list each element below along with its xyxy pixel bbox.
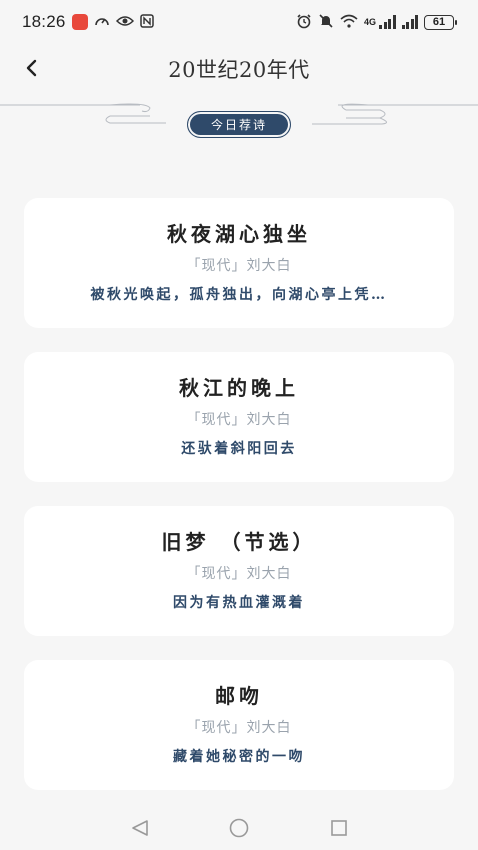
- triangle-back-icon: [132, 820, 148, 836]
- poem-excerpt: 藏着她秘密的一吻: [173, 749, 305, 765]
- poem-excerpt: 因为有热血灌溉着: [173, 595, 305, 611]
- signal-secondary-icon: [401, 15, 418, 29]
- mute-bell-icon: [318, 13, 334, 32]
- square-recents-icon: [331, 820, 347, 836]
- system-nav-bar: [0, 806, 478, 850]
- nav-recents-button[interactable]: [327, 816, 351, 840]
- circle-home-icon: [229, 818, 249, 838]
- poem-card[interactable]: 秋夜湖心独坐 「现代」刘大白 被秋光唤起，孤舟独出，向湖心亭上凭…: [24, 198, 454, 328]
- battery-level: 61: [432, 16, 446, 28]
- network-type: 4G: [363, 17, 376, 27]
- status-left: 18:26: [22, 12, 154, 32]
- poem-author: 「现代」刘大白: [186, 720, 292, 736]
- speed-gauge-icon: [94, 14, 110, 31]
- status-time: 18:26: [22, 12, 66, 31]
- poem-card[interactable]: 邮吻 「现代」刘大白 藏着她秘密的一吻: [24, 660, 454, 790]
- status-right: 4G 61: [296, 13, 457, 32]
- page-title: 20世纪20年代: [168, 58, 310, 82]
- poem-title: 秋夜湖心独坐: [167, 222, 311, 246]
- poem-title: 秋江的晚上: [179, 376, 299, 400]
- poem-card[interactable]: 旧梦 （节选） 「现代」刘大白 因为有热血灌溉着: [24, 506, 454, 636]
- nav-home-button[interactable]: [227, 816, 251, 840]
- header: 20世纪20年代: [0, 44, 478, 92]
- poem-author: 「现代」刘大白: [186, 566, 292, 582]
- poem-author: 「现代」刘大白: [186, 258, 292, 274]
- wifi-icon: [340, 14, 358, 31]
- daily-recommendation-tag[interactable]: 今日荐诗: [187, 111, 291, 138]
- app-notification-icon: [71, 14, 88, 30]
- signal-icon: [379, 15, 396, 29]
- poem-author: 「现代」刘大白: [186, 412, 292, 428]
- status-bar: 18:26 4G 61: [0, 0, 478, 44]
- poem-card[interactable]: 秋江的晚上 「现代」刘大白 还驮着斜阳回去: [24, 352, 454, 482]
- poem-excerpt: 还驮着斜阳回去: [181, 441, 297, 457]
- nav-back-button[interactable]: [128, 816, 152, 840]
- poem-title: 旧梦 （节选）: [161, 530, 317, 554]
- alarm-icon: [296, 13, 312, 32]
- poem-excerpt: 被秋光唤起，孤舟独出，向湖心亭上凭…: [90, 287, 388, 303]
- battery-icon: 61: [424, 14, 457, 30]
- eye-icon: [115, 14, 134, 30]
- poem-title: 邮吻: [215, 684, 263, 708]
- nfc-icon: [139, 13, 154, 31]
